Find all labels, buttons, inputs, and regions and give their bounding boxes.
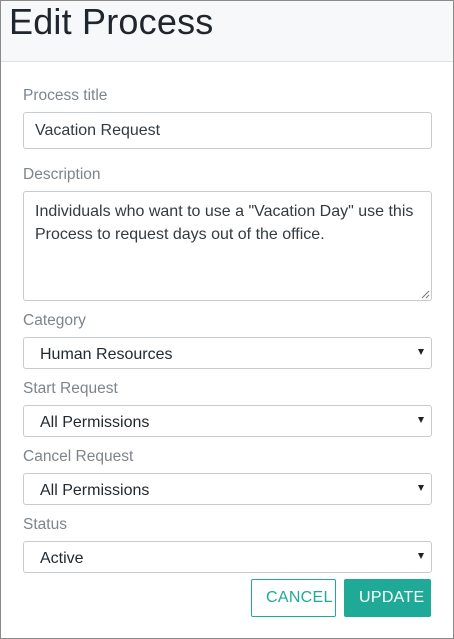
- cancel-button[interactable]: CANCEL: [251, 579, 336, 617]
- category-selected-value: Human Resources: [40, 346, 173, 363]
- cancel-request-selected-value: All Permissions: [40, 482, 150, 499]
- status-select[interactable]: Active: [23, 541, 432, 573]
- edit-process-form: Process title Description Individuals wh…: [1, 62, 453, 573]
- process-title-input[interactable]: [23, 112, 432, 149]
- modal-title: Edit Process: [9, 1, 214, 42]
- update-button[interactable]: UPDATE: [344, 579, 431, 617]
- modal-actions: CANCEL UPDATE: [251, 579, 431, 617]
- caret-down-icon: [418, 349, 424, 355]
- caret-down-icon: [418, 553, 424, 559]
- caret-down-icon: [418, 417, 424, 423]
- cancel-request-select[interactable]: All Permissions: [23, 473, 432, 505]
- status-label: Status: [23, 516, 67, 533]
- category-label: Category: [23, 312, 86, 329]
- description-textarea[interactable]: Individuals who want to use a "Vacation …: [23, 191, 432, 301]
- edit-process-modal: Edit Process Process title Description I…: [0, 0, 454, 639]
- start-request-label: Start Request: [23, 380, 118, 397]
- start-request-select[interactable]: All Permissions: [23, 405, 432, 437]
- start-request-selected-value: All Permissions: [40, 414, 150, 431]
- resize-grip-icon[interactable]: [420, 289, 430, 299]
- description-label: Description: [23, 166, 101, 183]
- status-selected-value: Active: [40, 550, 84, 567]
- cancel-request-label: Cancel Request: [23, 448, 134, 465]
- category-select[interactable]: Human Resources: [23, 337, 432, 369]
- process-title-label: Process title: [23, 87, 108, 104]
- caret-down-icon: [418, 485, 424, 491]
- modal-header: Edit Process: [1, 1, 453, 62]
